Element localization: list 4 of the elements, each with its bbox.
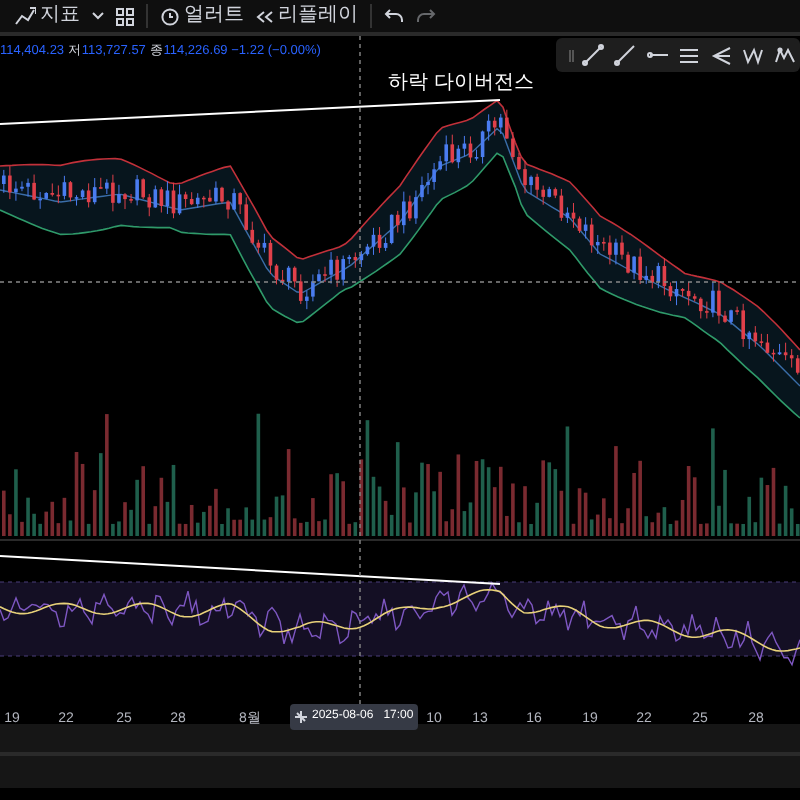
replay-button[interactable]: 리플레이 xyxy=(250,0,364,32)
annotation-label: 하락 다이버전스 xyxy=(388,70,534,98)
alert-button[interactable]: 얼러트 xyxy=(154,0,250,32)
indicators-button[interactable]: 지표 xyxy=(8,0,86,32)
